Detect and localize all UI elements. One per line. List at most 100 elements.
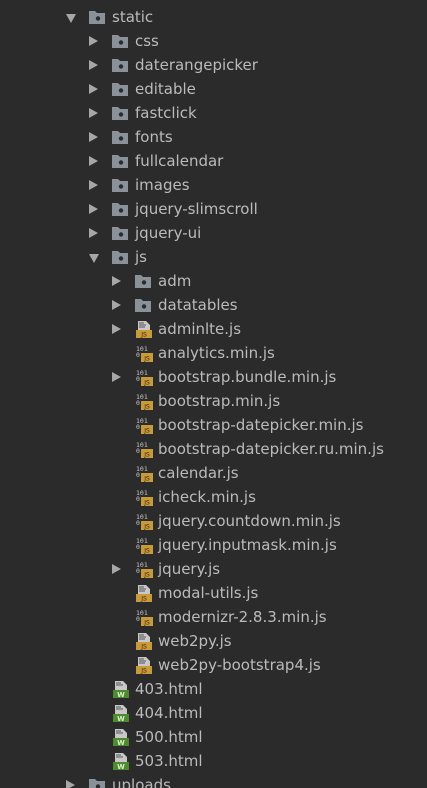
html-file-icon: W xyxy=(112,752,130,771)
svg-text:0: 0 xyxy=(136,495,140,503)
tree-file-row[interactable]: W 503.html xyxy=(0,749,427,773)
tree-item-label: jquery.inputmask.min.js xyxy=(158,536,337,554)
tree-folder-row[interactable]: uploads xyxy=(0,773,427,788)
tree-file-row[interactable]: 101 0 JS jquery.inputmask.min.js xyxy=(0,533,427,557)
tree-file-row[interactable]: 101 0 JS bootstrap.min.js xyxy=(0,389,427,413)
expand-arrow-right-icon[interactable] xyxy=(89,132,98,142)
svg-text:JS: JS xyxy=(143,548,150,555)
expand-arrow-right-icon[interactable] xyxy=(112,372,121,382)
expand-arrow-right-icon[interactable] xyxy=(66,780,75,788)
expand-arrow-right-icon[interactable] xyxy=(89,180,98,190)
tree-item-label: 404.html xyxy=(135,704,203,722)
svg-text:W: W xyxy=(117,739,125,746)
tree-item-label: css xyxy=(135,32,159,50)
tree-item-label: datatables xyxy=(158,296,238,314)
expand-arrow-right-icon[interactable] xyxy=(89,204,98,214)
tree-folder-row[interactable]: jquery-ui xyxy=(0,221,427,245)
svg-text:W: W xyxy=(117,763,125,770)
tree-folder-row[interactable]: fonts xyxy=(0,125,427,149)
js-file-icon: JS xyxy=(135,656,153,675)
tree-file-row[interactable]: 101 0 JS icheck.min.js xyxy=(0,485,427,509)
tree-folder-row[interactable]: fastclick xyxy=(0,101,427,125)
svg-text:JS: JS xyxy=(143,428,150,435)
folder-icon xyxy=(111,80,129,98)
svg-text:JS: JS xyxy=(143,452,150,459)
expand-arrow-right-icon[interactable] xyxy=(89,36,98,46)
tree-file-row[interactable]: 101 0 JS jquery.js xyxy=(0,557,427,581)
tree-item-label: daterangepicker xyxy=(135,56,258,74)
tree-file-row[interactable]: 101 0 JS bootstrap-datepicker.min.js xyxy=(0,413,427,437)
tree-file-row[interactable]: 101 0 JS calendar.js xyxy=(0,461,427,485)
expand-arrow-down-icon[interactable] xyxy=(89,254,99,263)
tree-file-row[interactable]: JS modal-utils.js xyxy=(0,581,427,605)
svg-text:0: 0 xyxy=(136,543,140,551)
expand-arrow-right-icon[interactable] xyxy=(112,276,121,286)
svg-text:JS: JS xyxy=(143,572,150,579)
expand-arrow-right-icon[interactable] xyxy=(89,84,98,94)
html-file-icon: W xyxy=(112,704,130,723)
js-file-icon: JS xyxy=(135,584,153,603)
folder-icon xyxy=(111,104,129,122)
expand-arrow-right-icon[interactable] xyxy=(89,228,98,238)
tree-folder-row[interactable]: jquery-slimscroll xyxy=(0,197,427,221)
minified-js-file-icon: 101 0 JS xyxy=(135,512,153,531)
tree-file-row[interactable]: 101 0 JS analytics.min.js xyxy=(0,341,427,365)
svg-text:W: W xyxy=(117,691,125,698)
tree-file-row[interactable]: JS web2py-bootstrap4.js xyxy=(0,653,427,677)
tree-item-label: uploads xyxy=(112,776,171,788)
svg-text:JS: JS xyxy=(140,644,147,651)
html-file-icon: W xyxy=(112,680,130,699)
tree-item-label: adminlte.js xyxy=(158,320,242,338)
tree-file-row[interactable]: 101 0 JS bootstrap.bundle.min.js xyxy=(0,365,427,389)
expand-arrow-right-icon[interactable] xyxy=(112,300,121,310)
tree-folder-row[interactable]: adm xyxy=(0,269,427,293)
tree-file-row[interactable]: 101 0 JS bootstrap-datepicker.ru.min.js xyxy=(0,437,427,461)
tree-file-row[interactable]: 101 0 JS jquery.countdown.min.js xyxy=(0,509,427,533)
svg-text:0: 0 xyxy=(136,351,140,359)
svg-text:JS: JS xyxy=(143,476,150,483)
tree-item-label: bootstrap.min.js xyxy=(158,392,281,410)
tree-item-label: static xyxy=(112,8,154,26)
tree-file-row[interactable]: W 404.html xyxy=(0,701,427,725)
expand-arrow-right-icon[interactable] xyxy=(89,156,98,166)
tree-item-label: calendar.js xyxy=(158,464,239,482)
svg-text:0: 0 xyxy=(136,375,140,383)
expand-arrow-right-icon[interactable] xyxy=(112,564,121,574)
tree-folder-row[interactable]: fullcalendar xyxy=(0,149,427,173)
tree-folder-row[interactable]: daterangepicker xyxy=(0,53,427,77)
svg-text:JS: JS xyxy=(143,380,150,387)
tree-file-row[interactable]: W 403.html xyxy=(0,677,427,701)
tree-file-row[interactable]: JS adminlte.js xyxy=(0,317,427,341)
folder-icon xyxy=(111,248,129,266)
expand-arrow-right-icon[interactable] xyxy=(89,108,98,118)
tree-folder-row[interactable]: css xyxy=(0,29,427,53)
tree-item-label: jquery.countdown.min.js xyxy=(158,512,341,530)
tree-item-label: web2py-bootstrap4.js xyxy=(158,656,321,674)
tree-file-row[interactable]: 101 0 JS modernizr-2.8.3.min.js xyxy=(0,605,427,629)
tree-item-label: fastclick xyxy=(135,104,197,122)
tree-folder-row[interactable]: editable xyxy=(0,77,427,101)
minified-js-file-icon: 101 0 JS xyxy=(135,608,153,627)
expand-arrow-right-icon[interactable] xyxy=(112,324,121,334)
tree-item-label: images xyxy=(135,176,190,194)
tree-folder-row[interactable]: js xyxy=(0,245,427,269)
svg-text:0: 0 xyxy=(136,471,140,479)
tree-file-row[interactable]: JS web2py.js xyxy=(0,629,427,653)
tree-file-row[interactable]: W 500.html xyxy=(0,725,427,749)
expand-arrow-right-icon[interactable] xyxy=(89,60,98,70)
folder-icon xyxy=(88,8,106,26)
expand-arrow-down-icon[interactable] xyxy=(66,14,76,23)
tree-folder-row[interactable]: datatables xyxy=(0,293,427,317)
svg-text:JS: JS xyxy=(140,332,147,339)
tree-folder-row[interactable]: static xyxy=(0,5,427,29)
tree-item-label: adm xyxy=(158,272,192,290)
folder-icon xyxy=(111,200,129,218)
tree-item-label: jquery-slimscroll xyxy=(135,200,258,218)
svg-text:JS: JS xyxy=(140,596,147,603)
tree-folder-row[interactable]: images xyxy=(0,173,427,197)
html-file-icon: W xyxy=(112,728,130,747)
svg-text:0: 0 xyxy=(136,423,140,431)
minified-js-file-icon: 101 0 JS xyxy=(135,488,153,507)
tree-item-label: analytics.min.js xyxy=(158,344,275,362)
svg-text:0: 0 xyxy=(136,615,140,623)
